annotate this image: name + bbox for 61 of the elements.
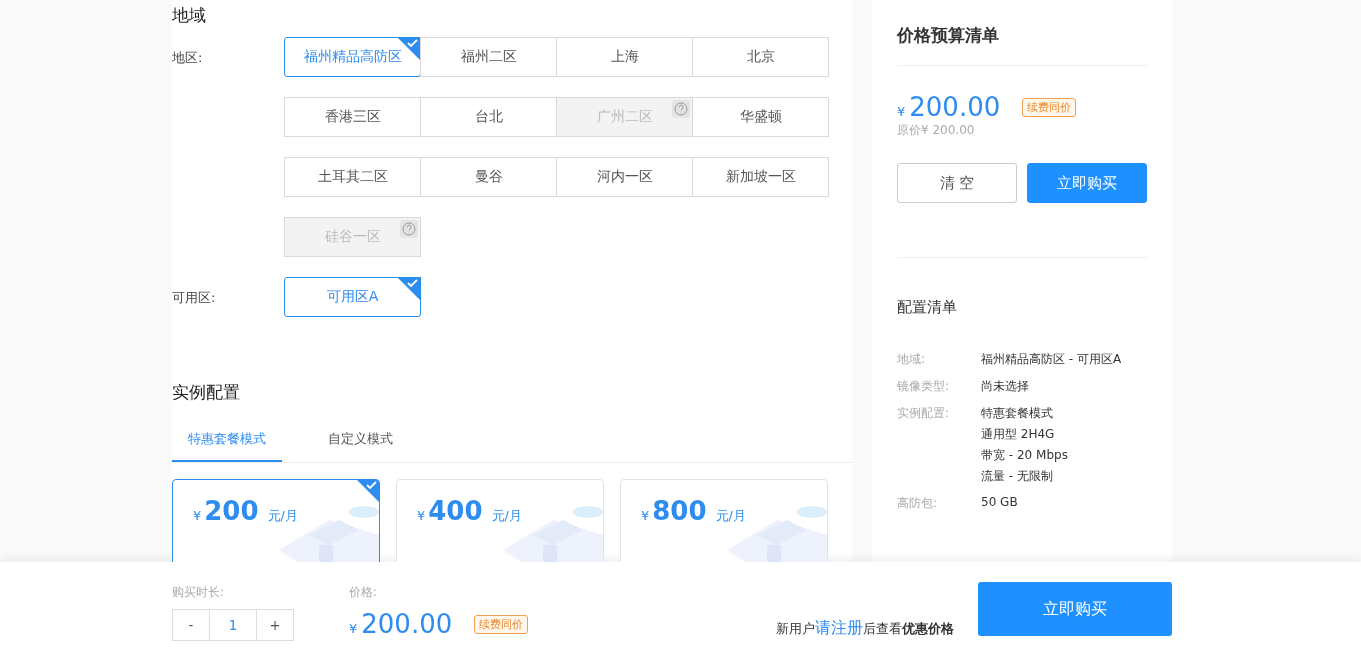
config-value: 特惠套餐模式 [981,405,1054,422]
plan-card[interactable]: ¥200 元/月 [172,479,380,562]
config-label: 镜像类型: [897,378,951,395]
config-label: 实例配置: [897,405,951,422]
mode-tab[interactable]: 自定义模式 [312,420,409,462]
currency-sign: ¥ [349,621,358,636]
help-icon [400,220,418,238]
plan-price: 400 [428,496,483,526]
footer-price: 200.00 [361,609,453,639]
region-option[interactable]: 台北 [420,97,557,137]
clear-button[interactable]: 清 空 [897,163,1017,203]
section-title: 实例配置 [172,381,241,404]
plan-card[interactable]: ¥800 元/月 [620,479,828,562]
duration-label: 购买时长: [172,584,226,601]
config-title: 配置清单 [897,298,958,317]
config-value: 福州精品高防区 - 可用区A [981,351,1122,368]
config-value: 流量 - 无限制 [981,468,1054,485]
plan-price: 800 [652,496,707,526]
region-option[interactable]: 香港三区 [284,97,421,137]
region-option[interactable]: 土耳其二区 [284,157,421,197]
region-option[interactable]: 河内一区 [556,157,693,197]
panel-title: 价格预算清单 [897,24,1147,66]
field-label: 可用区: [172,289,217,307]
region-option[interactable]: 新加坡一区 [692,157,829,197]
register-link[interactable]: 请注册 [815,618,863,637]
region-option[interactable]: 华盛顿 [692,97,829,137]
config-label: 高防包: [897,495,939,512]
price-unit: 元/月 [715,507,746,525]
renewal-tag: 续费同价 [1022,97,1077,117]
help-icon [672,100,690,118]
config-value: 带宽 - 20 Mbps [981,447,1068,464]
renewal-tag: 续费同价 [474,614,529,634]
config-value: 50 GB [981,495,1018,509]
field-label: 地区: [172,49,204,67]
currency-sign: ¥ [417,508,426,523]
mode-tab[interactable]: 特惠套餐模式 [172,420,282,462]
config-value: 通用型 2H4G [981,426,1056,443]
currency-sign: ¥ [193,508,202,523]
region-option[interactable]: 北京 [692,37,829,77]
currency-sign: ¥ [897,104,906,119]
price-unit: 元/月 [267,507,298,525]
region-option[interactable]: 福州二区 [420,37,557,77]
region-option[interactable]: 曼谷 [420,157,557,197]
quantity-field[interactable]: 1 [209,610,257,640]
check-corner-icon [397,277,421,301]
region-option[interactable]: 福州精品高防区 [284,37,421,77]
price-unit: 元/月 [491,507,522,525]
quantity-stepper[interactable]: - 1 + [172,609,294,641]
region-option[interactable]: 上海 [556,37,693,77]
total-price: 200.00 [909,92,1001,122]
plan-card[interactable]: ¥400 元/月 [396,479,604,562]
section-title: 地域 [172,4,207,27]
promo-text: 新用户请注册后查看优惠价格 [776,618,954,639]
price-label: 价格: [349,584,379,601]
plan-price: 200 [204,496,259,526]
check-corner-icon [356,480,379,503]
region-option[interactable]: 可用区A [284,277,421,317]
currency-sign: ¥ [641,508,650,523]
config-label: 地域: [897,351,927,368]
config-value: 尚未选择 [981,378,1029,395]
original-price: 原价¥ 200.00 [897,122,976,139]
